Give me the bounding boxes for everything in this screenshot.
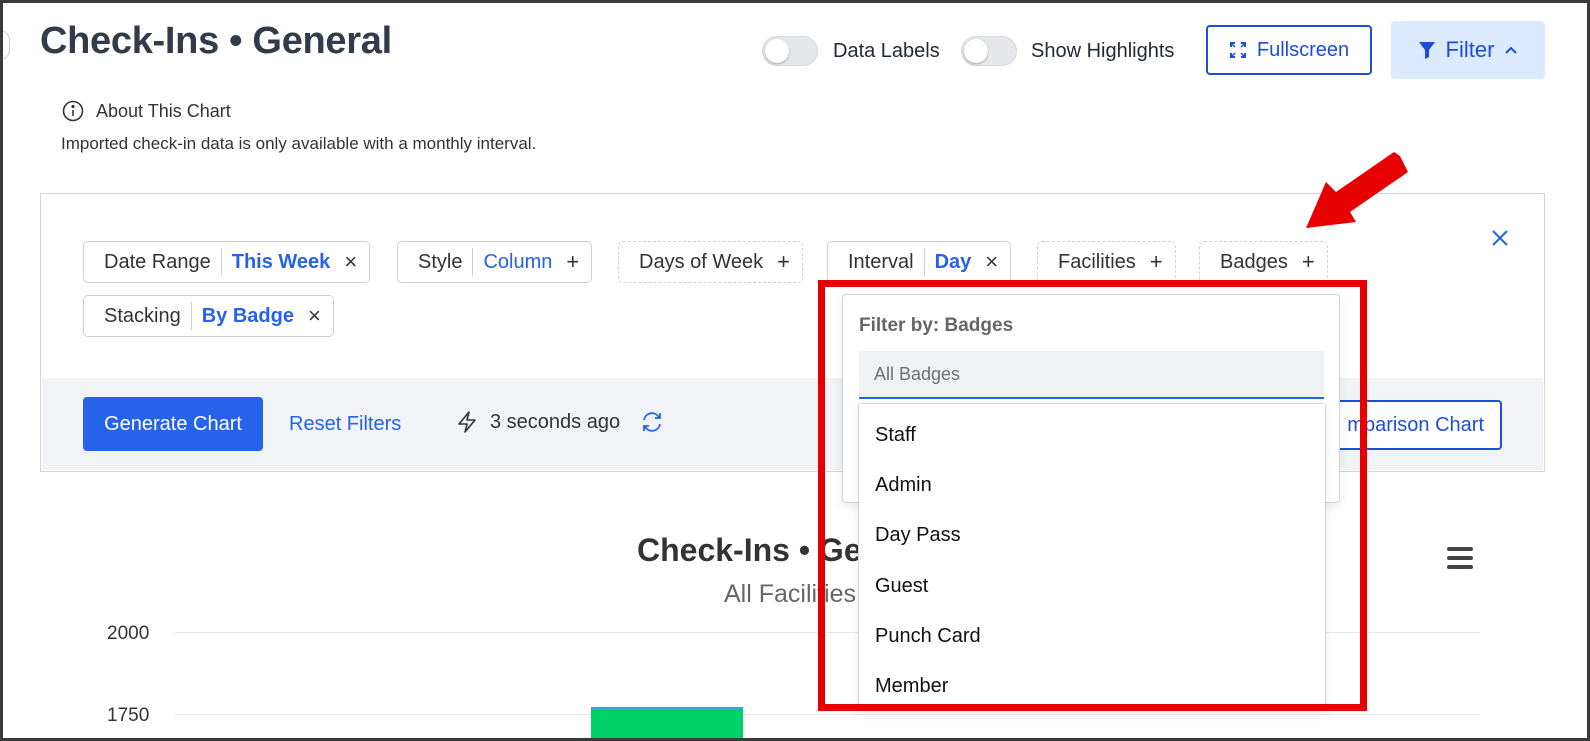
chip-label: Date Range <box>104 250 211 273</box>
remove-icon[interactable]: × <box>985 249 998 275</box>
chart-menu-icon[interactable] <box>1447 547 1473 571</box>
add-icon[interactable]: + <box>1302 249 1315 275</box>
chip-label: Stacking <box>104 304 181 327</box>
badges-search-input[interactable] <box>859 351 1324 399</box>
info-icon <box>62 100 84 122</box>
close-icon[interactable] <box>1491 229 1509 247</box>
comparison-chart-label: mparison Chart <box>1347 413 1484 436</box>
page-title: Check-Ins • General <box>40 20 392 62</box>
option-punch-card[interactable]: Punch Card <box>859 611 1325 661</box>
annotation-arrow-icon <box>1306 152 1408 228</box>
chip-value: Day <box>934 250 972 273</box>
dropdown-title: Filter by: Badges <box>859 315 1014 336</box>
show-highlights-toggle[interactable] <box>961 36 1017 66</box>
option-guest[interactable]: Guest <box>859 561 1325 611</box>
about-description: Imported check-in data is only available… <box>61 134 537 153</box>
y-tick-label: 1750 <box>107 705 150 726</box>
option-member[interactable]: Member <box>859 661 1325 709</box>
chip-label: Interval <box>848 250 914 273</box>
chip-badges[interactable]: Badges + <box>1199 241 1328 283</box>
chip-stacking[interactable]: Stacking By Badge × <box>83 295 334 337</box>
lightning-icon <box>458 411 476 433</box>
chip-days-of-week[interactable]: Days of Week + <box>618 241 803 283</box>
filter-label: Filter <box>1445 37 1495 62</box>
fullscreen-label: Fullscreen <box>1256 38 1350 61</box>
chip-style[interactable]: Style Column + <box>397 241 593 283</box>
add-icon[interactable]: + <box>566 249 579 275</box>
data-labels-toggle[interactable] <box>762 36 818 66</box>
badges-options-list: Staff Admin Day Pass Guest Punch Card Me… <box>858 403 1326 710</box>
option-admin[interactable]: Admin <box>859 460 1325 510</box>
option-day-pass[interactable]: Day Pass <box>859 511 1325 561</box>
expand-icon <box>1229 42 1246 58</box>
status-text: 3 seconds ago <box>490 410 621 433</box>
data-labels-label: Data Labels <box>833 40 940 62</box>
reset-filters-link[interactable]: Reset Filters <box>289 413 401 436</box>
chip-value: By Badge <box>201 304 294 327</box>
chip-label: Style <box>418 250 463 273</box>
chip-value: Column <box>483 250 553 273</box>
chart-subtitle: All Facilities <box>724 580 856 608</box>
generate-chart-button[interactable]: Generate Chart <box>83 397 263 451</box>
chip-date-range[interactable]: Date Range This Week × <box>83 241 371 283</box>
chart-title: Check-Ins • Ge <box>637 532 862 568</box>
add-icon[interactable]: + <box>1150 249 1163 275</box>
chip-label: Badges <box>1220 250 1288 273</box>
fullscreen-button[interactable]: Fullscreen <box>1206 25 1372 75</box>
chart-bar <box>591 707 743 741</box>
show-highlights-label: Show Highlights <box>1031 40 1175 62</box>
about-heading-text: About This Chart <box>96 100 231 121</box>
remove-icon[interactable]: × <box>344 249 357 275</box>
chip-interval[interactable]: Interval Day × <box>827 241 1012 283</box>
y-tick-label: 2000 <box>107 623 150 644</box>
chip-facilities[interactable]: Facilities + <box>1037 241 1176 283</box>
add-icon[interactable]: + <box>777 249 790 275</box>
chip-label: Days of Week <box>639 250 764 273</box>
last-updated-status: 3 seconds ago <box>456 410 664 434</box>
chip-value: This Week <box>231 250 331 273</box>
remove-icon[interactable]: × <box>308 303 321 329</box>
filter-button[interactable]: Filter <box>1391 21 1545 79</box>
chip-label: Facilities <box>1058 250 1136 273</box>
about-chart-heading[interactable]: About This Chart <box>62 100 231 122</box>
gridline <box>175 714 1480 715</box>
sidebar-handle[interactable] <box>0 30 10 60</box>
chevron-up-icon <box>1505 46 1518 54</box>
refresh-icon[interactable] <box>640 410 664 434</box>
option-staff[interactable]: Staff <box>859 410 1325 460</box>
funnel-icon <box>1418 42 1435 59</box>
